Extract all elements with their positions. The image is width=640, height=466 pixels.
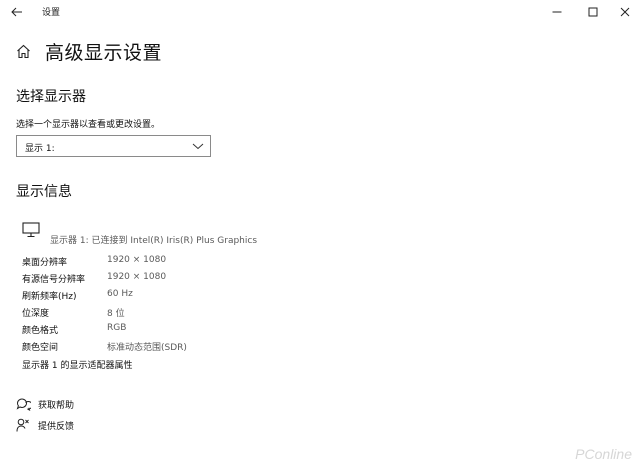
get-help-label: 获取帮助 (38, 400, 75, 411)
maximize-icon (588, 7, 598, 17)
info-value: 1920 × 1080 (107, 272, 167, 282)
minimize-icon (552, 11, 562, 13)
info-row-active-signal-resolution: 有源信号分辨率 1920 × 1080 (22, 272, 322, 289)
info-label: 颜色格式 (22, 326, 59, 336)
monitor-connection-text: 显示器 1: 已连接到 Intel(R) Iris(R) Plus Graphi… (50, 236, 258, 246)
give-feedback-link[interactable]: 提供反馈 (15, 417, 74, 433)
back-arrow-icon (11, 7, 22, 17)
info-label: 位深度 (22, 309, 50, 319)
close-icon (620, 7, 630, 17)
give-feedback-label: 提供反馈 (38, 421, 75, 432)
info-row-desktop-resolution: 桌面分辨率 1920 × 1080 (22, 255, 322, 272)
minimize-button[interactable] (546, 2, 568, 22)
info-label: 颜色空间 (22, 343, 59, 353)
chat-help-icon (15, 396, 31, 412)
display-info-heading: 显示信息 (16, 184, 72, 200)
info-value: 1920 × 1080 (107, 255, 167, 265)
home-button[interactable] (16, 43, 32, 59)
page-title: 高级显示设置 (45, 41, 163, 64)
home-icon (17, 44, 30, 58)
back-button[interactable] (6, 2, 28, 22)
select-display-heading: 选择显示器 (16, 89, 86, 105)
get-help-link[interactable]: 获取帮助 (15, 396, 74, 412)
title-bar: 设置 (0, 0, 640, 24)
info-value: 标准动态范围(SDR) (107, 343, 187, 353)
display-info-table: 桌面分辨率 1920 × 1080 有源信号分辨率 1920 × 1080 刷新… (22, 255, 322, 357)
info-row-color-space: 颜色空间 标准动态范围(SDR) (22, 340, 322, 357)
window-title: 设置 (42, 8, 61, 18)
info-row-color-format: 颜色格式 RGB (22, 323, 322, 340)
close-button[interactable] (614, 2, 636, 22)
info-value: 8 位 (107, 309, 125, 319)
maximize-button[interactable] (582, 2, 604, 22)
info-label: 刷新频率(Hz) (22, 292, 77, 302)
select-display-label: 选择一个显示器以查看或更改设置。 (16, 120, 161, 130)
info-row-refresh-rate: 刷新频率(Hz) 60 Hz (22, 289, 322, 306)
info-label: 桌面分辨率 (22, 258, 68, 268)
info-label: 有源信号分辨率 (22, 275, 86, 285)
person-feedback-icon (15, 417, 31, 433)
chevron-down-icon (192, 143, 204, 150)
watermark: PConline (575, 446, 632, 462)
page-header: 高级显示设置 (16, 38, 162, 64)
display-select-value: 显示 1: (25, 144, 55, 154)
info-value: RGB (107, 323, 127, 333)
info-value: 60 Hz (107, 289, 133, 299)
monitor-icon (22, 222, 40, 238)
info-row-bit-depth: 位深度 8 位 (22, 306, 322, 323)
display-select[interactable]: 显示 1: (16, 135, 211, 157)
display-adapter-properties-link[interactable]: 显示器 1 的显示适配器属性 (22, 358, 132, 371)
